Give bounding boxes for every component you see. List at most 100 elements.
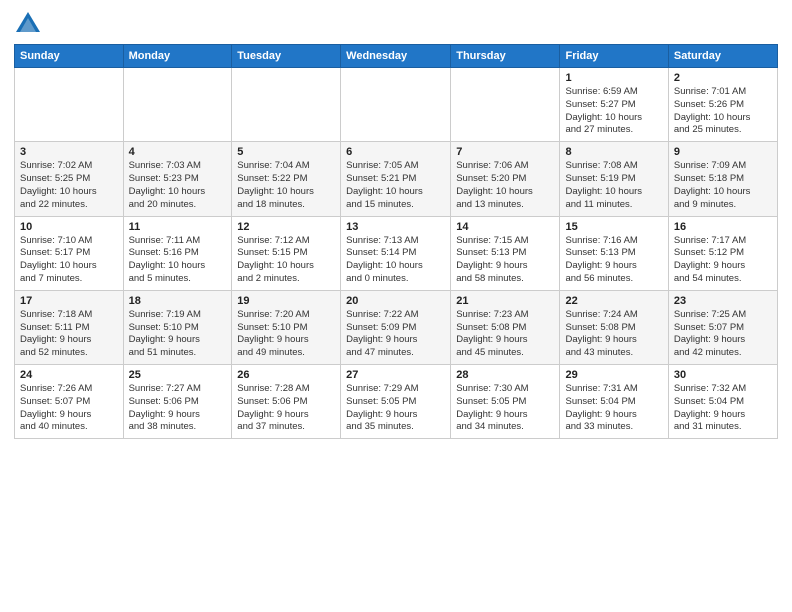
calendar-cell: 10 Sunrise: 7:10 AM Sunset: 5:17 PM Dayli…: [15, 216, 124, 290]
calendar-cell: 13 Sunrise: 7:13 AM Sunset: 5:14 PM Dayli…: [341, 216, 451, 290]
day-info: Sunrise: 7:22 AM Sunset: 5:09 PM Dayligh…: [346, 309, 445, 360]
logo-icon: [14, 10, 42, 38]
day-number: 6: [346, 146, 445, 158]
day-number: 22: [565, 295, 662, 307]
day-info: Sunrise: 7:04 AM Sunset: 5:22 PM Dayligh…: [237, 160, 335, 211]
calendar-cell: 24 Sunrise: 7:26 AM Sunset: 5:07 PM Dayli…: [15, 365, 124, 439]
weekday-header-wednesday: Wednesday: [341, 45, 451, 68]
day-number: 23: [674, 295, 772, 307]
weekday-header-tuesday: Tuesday: [232, 45, 341, 68]
calendar-cell: [232, 68, 341, 142]
calendar-cell: 28 Sunrise: 7:30 AM Sunset: 5:05 PM Dayli…: [451, 365, 560, 439]
day-info: Sunrise: 7:27 AM Sunset: 5:06 PM Dayligh…: [129, 383, 227, 434]
calendar-week-2: 3 Sunrise: 7:02 AM Sunset: 5:25 PM Daylig…: [15, 142, 778, 216]
day-number: 18: [129, 295, 227, 307]
calendar-cell: 11 Sunrise: 7:11 AM Sunset: 5:16 PM Dayli…: [123, 216, 232, 290]
calendar-cell: 1Sunrise: 6:59 AM Sunset: 5:27 PM Daylig…: [560, 68, 668, 142]
calendar-cell: 4 Sunrise: 7:03 AM Sunset: 5:23 PM Daylig…: [123, 142, 232, 216]
day-info: Sunrise: 7:15 AM Sunset: 5:13 PM Dayligh…: [456, 235, 554, 286]
day-info: Sunrise: 7:23 AM Sunset: 5:08 PM Dayligh…: [456, 309, 554, 360]
day-number: 10: [20, 221, 118, 233]
day-number: 3: [20, 146, 118, 158]
calendar-cell: 7 Sunrise: 7:06 AM Sunset: 5:20 PM Daylig…: [451, 142, 560, 216]
day-number: 29: [565, 369, 662, 381]
weekday-header-friday: Friday: [560, 45, 668, 68]
calendar-cell: 25 Sunrise: 7:27 AM Sunset: 5:06 PM Dayli…: [123, 365, 232, 439]
calendar-week-5: 24 Sunrise: 7:26 AM Sunset: 5:07 PM Dayli…: [15, 365, 778, 439]
day-number: 30: [674, 369, 772, 381]
calendar-cell: 14 Sunrise: 7:15 AM Sunset: 5:13 PM Dayli…: [451, 216, 560, 290]
day-number: 24: [20, 369, 118, 381]
day-number: 21: [456, 295, 554, 307]
day-info: Sunrise: 7:10 AM Sunset: 5:17 PM Dayligh…: [20, 235, 118, 286]
day-info: Sunrise: 7:12 AM Sunset: 5:15 PM Dayligh…: [237, 235, 335, 286]
calendar-week-1: 1Sunrise: 6:59 AM Sunset: 5:27 PM Daylig…: [15, 68, 778, 142]
logo: [14, 10, 44, 38]
day-number: 16: [674, 221, 772, 233]
calendar-cell: 23 Sunrise: 7:25 AM Sunset: 5:07 PM Dayli…: [668, 290, 777, 364]
day-info: Sunrise: 7:01 AM Sunset: 5:26 PM Dayligh…: [674, 86, 772, 137]
day-info: Sunrise: 7:28 AM Sunset: 5:06 PM Dayligh…: [237, 383, 335, 434]
day-number: 25: [129, 369, 227, 381]
calendar-cell: 30 Sunrise: 7:32 AM Sunset: 5:04 PM Dayli…: [668, 365, 777, 439]
calendar-cell: [341, 68, 451, 142]
day-number: 28: [456, 369, 554, 381]
day-info: Sunrise: 7:18 AM Sunset: 5:11 PM Dayligh…: [20, 309, 118, 360]
day-info: Sunrise: 7:08 AM Sunset: 5:19 PM Dayligh…: [565, 160, 662, 211]
calendar-cell: 27Sunrise: 7:29 AM Sunset: 5:05 PM Dayli…: [341, 365, 451, 439]
day-info: Sunrise: 7:30 AM Sunset: 5:05 PM Dayligh…: [456, 383, 554, 434]
day-info: Sunrise: 7:11 AM Sunset: 5:16 PM Dayligh…: [129, 235, 227, 286]
weekday-header-saturday: Saturday: [668, 45, 777, 68]
day-info: Sunrise: 7:05 AM Sunset: 5:21 PM Dayligh…: [346, 160, 445, 211]
day-info: Sunrise: 7:06 AM Sunset: 5:20 PM Dayligh…: [456, 160, 554, 211]
calendar-cell: 29Sunrise: 7:31 AM Sunset: 5:04 PM Dayli…: [560, 365, 668, 439]
calendar-cell: [15, 68, 124, 142]
calendar-header-row: SundayMondayTuesdayWednesdayThursdayFrid…: [15, 45, 778, 68]
day-info: Sunrise: 6:59 AM Sunset: 5:27 PM Dayligh…: [565, 86, 662, 137]
day-number: 27: [346, 369, 445, 381]
calendar-cell: 21 Sunrise: 7:23 AM Sunset: 5:08 PM Dayli…: [451, 290, 560, 364]
calendar-cell: 5Sunrise: 7:04 AM Sunset: 5:22 PM Daylig…: [232, 142, 341, 216]
day-number: 14: [456, 221, 554, 233]
day-number: 26: [237, 369, 335, 381]
day-info: Sunrise: 7:03 AM Sunset: 5:23 PM Dayligh…: [129, 160, 227, 211]
day-number: 15: [565, 221, 662, 233]
day-info: Sunrise: 7:19 AM Sunset: 5:10 PM Dayligh…: [129, 309, 227, 360]
day-info: Sunrise: 7:13 AM Sunset: 5:14 PM Dayligh…: [346, 235, 445, 286]
day-number: 12: [237, 221, 335, 233]
day-info: Sunrise: 7:25 AM Sunset: 5:07 PM Dayligh…: [674, 309, 772, 360]
day-info: Sunrise: 7:02 AM Sunset: 5:25 PM Dayligh…: [20, 160, 118, 211]
calendar-cell: 3 Sunrise: 7:02 AM Sunset: 5:25 PM Daylig…: [15, 142, 124, 216]
day-number: 9: [674, 146, 772, 158]
calendar-cell: 20 Sunrise: 7:22 AM Sunset: 5:09 PM Dayli…: [341, 290, 451, 364]
calendar-cell: 8 Sunrise: 7:08 AM Sunset: 5:19 PM Daylig…: [560, 142, 668, 216]
day-number: 7: [456, 146, 554, 158]
weekday-header-monday: Monday: [123, 45, 232, 68]
day-info: Sunrise: 7:17 AM Sunset: 5:12 PM Dayligh…: [674, 235, 772, 286]
calendar-cell: 18 Sunrise: 7:19 AM Sunset: 5:10 PM Dayli…: [123, 290, 232, 364]
day-number: 19: [237, 295, 335, 307]
calendar-table: SundayMondayTuesdayWednesdayThursdayFrid…: [14, 44, 778, 439]
day-number: 2: [674, 72, 772, 84]
day-info: Sunrise: 7:32 AM Sunset: 5:04 PM Dayligh…: [674, 383, 772, 434]
page: SundayMondayTuesdayWednesdayThursdayFrid…: [0, 0, 792, 612]
calendar-cell: 12 Sunrise: 7:12 AM Sunset: 5:15 PM Dayli…: [232, 216, 341, 290]
day-number: 11: [129, 221, 227, 233]
calendar-cell: 15Sunrise: 7:16 AM Sunset: 5:13 PM Dayli…: [560, 216, 668, 290]
day-number: 13: [346, 221, 445, 233]
calendar-cell: 2 Sunrise: 7:01 AM Sunset: 5:26 PM Daylig…: [668, 68, 777, 142]
calendar-week-3: 10 Sunrise: 7:10 AM Sunset: 5:17 PM Dayli…: [15, 216, 778, 290]
day-info: Sunrise: 7:26 AM Sunset: 5:07 PM Dayligh…: [20, 383, 118, 434]
weekday-header-sunday: Sunday: [15, 45, 124, 68]
day-info: Sunrise: 7:20 AM Sunset: 5:10 PM Dayligh…: [237, 309, 335, 360]
calendar-cell: [451, 68, 560, 142]
day-number: 20: [346, 295, 445, 307]
day-number: 4: [129, 146, 227, 158]
calendar-week-4: 17Sunrise: 7:18 AM Sunset: 5:11 PM Dayli…: [15, 290, 778, 364]
calendar-cell: 19 Sunrise: 7:20 AM Sunset: 5:10 PM Dayli…: [232, 290, 341, 364]
calendar-cell: [123, 68, 232, 142]
calendar-cell: 17Sunrise: 7:18 AM Sunset: 5:11 PM Dayli…: [15, 290, 124, 364]
calendar-cell: 22Sunrise: 7:24 AM Sunset: 5:08 PM Dayli…: [560, 290, 668, 364]
day-number: 8: [565, 146, 662, 158]
day-info: Sunrise: 7:09 AM Sunset: 5:18 PM Dayligh…: [674, 160, 772, 211]
